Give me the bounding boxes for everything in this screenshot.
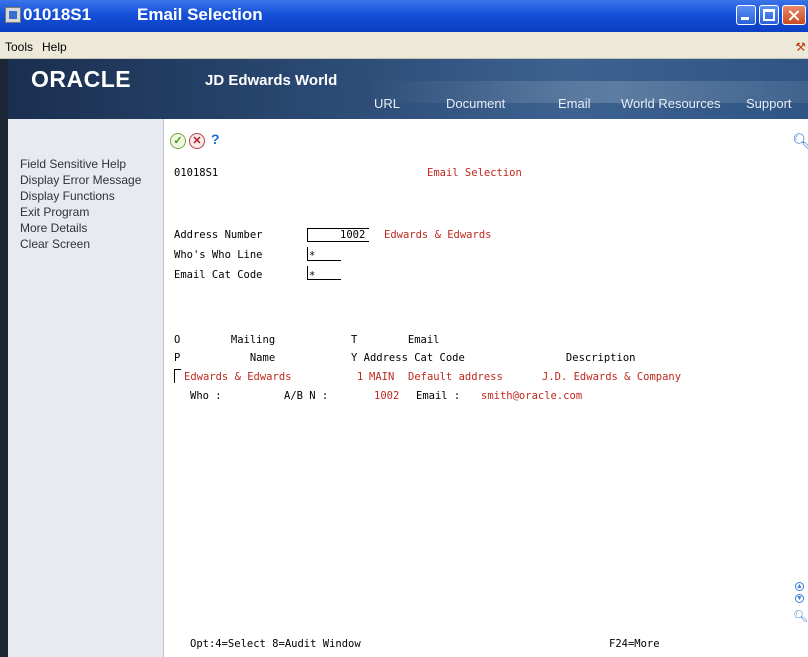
sidebar-item-display-functions[interactable]: Display Functions	[20, 189, 115, 203]
row-who-label: Who :	[190, 390, 222, 402]
sidebar-item-more-details[interactable]: More Details	[20, 221, 87, 235]
banner-link-url[interactable]: URL	[374, 96, 400, 111]
window-program-code: 01018S1	[23, 5, 92, 24]
cancel-x-icon[interactable]: ✕	[189, 133, 205, 149]
app-icon	[5, 7, 21, 23]
grid-header-row2: P Name Y Address Cat Code Description	[174, 352, 636, 364]
oracle-banner: ORACLE JD Edwards World URL Document Ema…	[8, 59, 808, 119]
row-address-desc: Default address	[408, 371, 503, 383]
minimize-button[interactable]	[736, 5, 756, 25]
product-name: JD Edwards World	[205, 72, 338, 89]
sidebar-item-field-help[interactable]: Field Sensitive Help	[20, 157, 126, 171]
row-mailing-name: Edwards & Edwards	[184, 371, 292, 383]
row-email-value: smith@oracle.com	[481, 390, 583, 402]
whos-who-label: Who's Who Line	[174, 249, 263, 261]
row-ab-label: A/B N :	[284, 390, 329, 402]
wrench-icon[interactable]: ⚒	[795, 40, 806, 54]
screen-heading: Email Selection	[427, 167, 522, 179]
email-cat-label: Email Cat Code	[174, 269, 263, 281]
row-cat-code: MAIN	[369, 371, 395, 383]
search-icon[interactable]: 🔍︎	[792, 132, 808, 150]
window-left-border	[0, 59, 8, 657]
close-button[interactable]	[782, 5, 806, 25]
row-type: 1	[357, 371, 364, 383]
row-description: J.D. Edwards & Company	[542, 371, 682, 383]
row-email-label: Email :	[416, 390, 461, 402]
address-name: Edwards & Edwards	[384, 229, 492, 241]
zoom-icon[interactable]: 🔍︎	[793, 609, 808, 623]
function-sidebar: Field Sensitive Help Display Error Messa…	[8, 119, 164, 657]
menu-tools[interactable]: Tools	[5, 40, 33, 54]
banner-link-email[interactable]: Email	[558, 96, 591, 111]
row-option-field[interactable]	[174, 369, 181, 383]
email-cat-value: *	[309, 270, 316, 282]
menu-help[interactable]: Help	[42, 40, 67, 54]
sidebar-item-error-message[interactable]: Display Error Message	[20, 173, 141, 187]
whos-who-value: *	[309, 250, 316, 262]
address-number-label: Address Number	[174, 229, 263, 241]
grid-header-row1: O Mailing T Email	[174, 334, 440, 346]
row-ab-value: 1002	[374, 390, 400, 402]
oracle-logo: ORACLE	[31, 66, 132, 92]
address-number-value: 1002	[340, 229, 366, 241]
banner-link-world-resources[interactable]: World Resources	[621, 96, 720, 111]
main-panel: ✓ ✕ ? 🔍︎ 01018S1 Email Selection Address…	[164, 119, 808, 657]
menu-bar: Tools Help ⚒	[0, 32, 808, 59]
scroll-down-icon[interactable]: ▼	[795, 594, 804, 603]
maximize-button[interactable]	[759, 5, 779, 25]
sidebar-item-exit-program[interactable]: Exit Program	[20, 205, 89, 219]
footer-more: F24=More	[609, 638, 660, 650]
title-bar: 01018S1 Email Selection	[0, 0, 808, 32]
window-title: Email Selection	[137, 5, 263, 24]
help-question-icon[interactable]: ?	[211, 131, 220, 147]
scroll-up-icon[interactable]: ▲	[795, 582, 804, 591]
ok-check-icon[interactable]: ✓	[170, 133, 186, 149]
program-id: 01018S1	[174, 167, 219, 179]
banner-link-document[interactable]: Document	[446, 96, 505, 111]
sidebar-item-clear-screen[interactable]: Clear Screen	[20, 237, 90, 251]
banner-link-support[interactable]: Support	[746, 96, 792, 111]
footer-options: Opt:4=Select 8=Audit Window	[190, 638, 361, 650]
